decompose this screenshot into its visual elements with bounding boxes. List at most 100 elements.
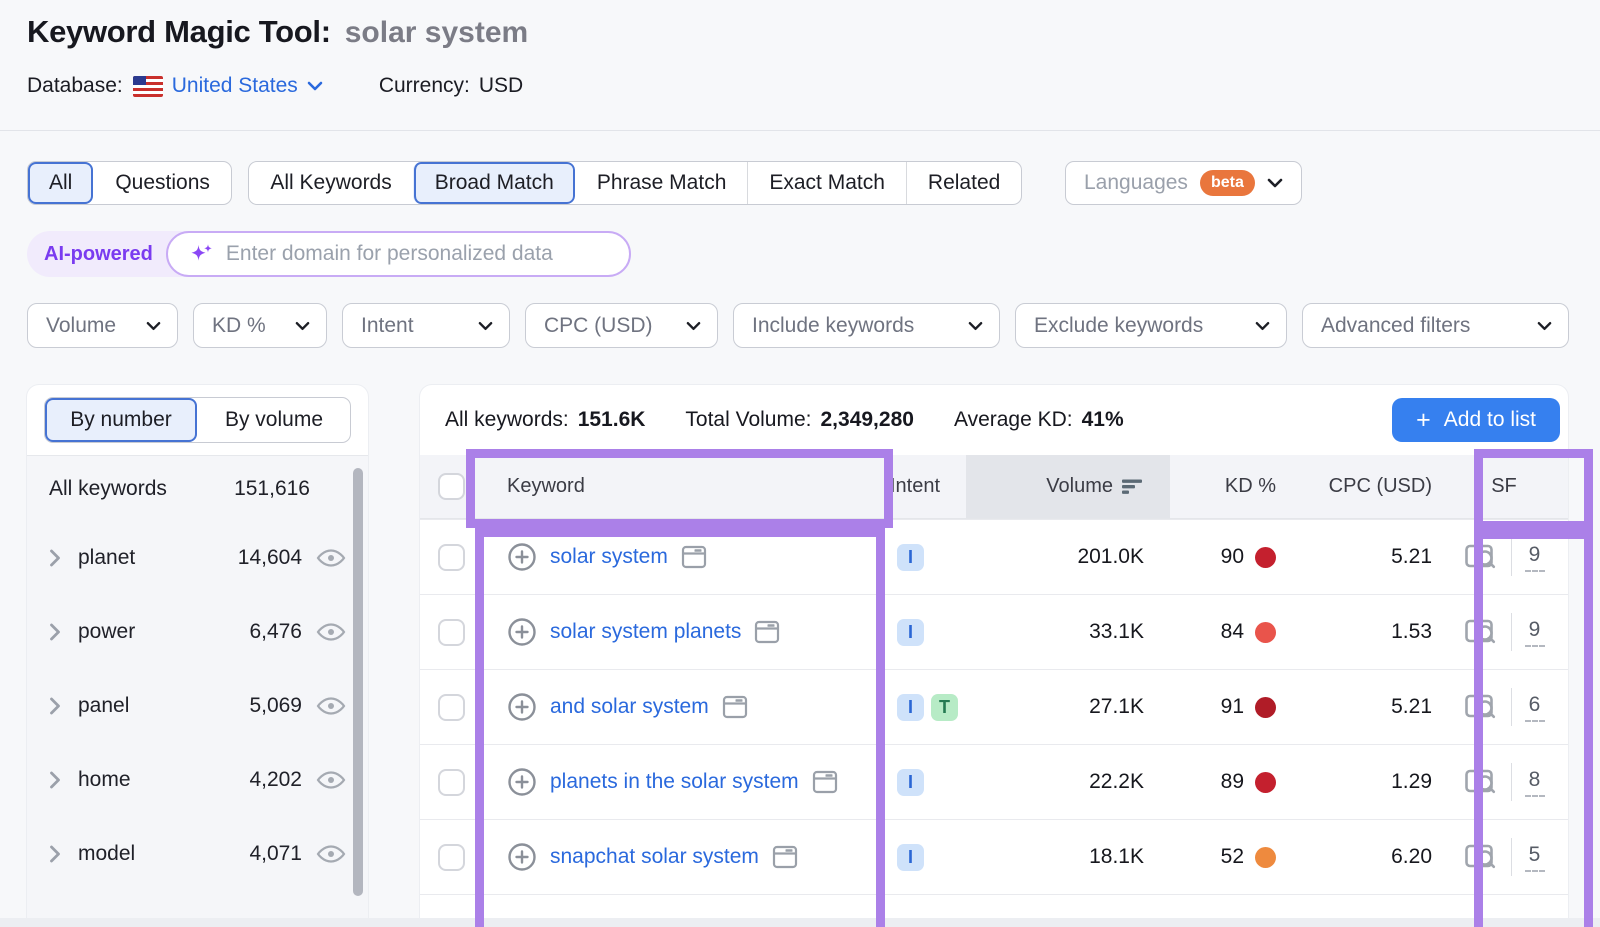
domain-input[interactable]	[226, 242, 609, 266]
kd-filter[interactable]: KD %	[193, 303, 327, 348]
sort-descending-icon	[1122, 479, 1144, 495]
serp-features-icon[interactable]	[1464, 843, 1498, 871]
chevron-right-icon[interactable]	[49, 549, 61, 567]
serp-features-icon[interactable]	[1464, 618, 1498, 646]
exclude-keywords-label: Exclude keywords	[1034, 314, 1203, 338]
include-keywords-filter[interactable]: Include keywords	[733, 303, 1000, 348]
intent-cell: I T	[890, 694, 966, 721]
eye-icon[interactable]	[316, 770, 346, 790]
stat-label: Total Volume:	[685, 408, 811, 432]
languages-dropdown[interactable]: Languages beta	[1065, 161, 1302, 205]
chevron-right-icon[interactable]	[49, 623, 61, 641]
toggle-by-number[interactable]: By number	[45, 398, 197, 442]
chevron-right-icon[interactable]	[49, 697, 61, 715]
database-selector[interactable]: United States	[172, 74, 298, 98]
ai-powered-label: AI-powered	[44, 243, 153, 266]
keyword-link[interactable]: solar system	[550, 545, 668, 569]
serp-preview-icon[interactable]	[772, 845, 798, 869]
row-checkbox[interactable]	[438, 619, 465, 646]
chevron-right-icon[interactable]	[49, 771, 61, 789]
volume-column-header[interactable]: Volume	[966, 455, 1170, 518]
select-all-checkbox[interactable]	[438, 473, 465, 500]
volume-filter[interactable]: Volume	[27, 303, 178, 348]
sf-column-header[interactable]: SF	[1440, 475, 1568, 498]
keyword-column-header[interactable]: Keyword	[482, 475, 890, 498]
add-to-list-button[interactable]: + Add to list	[1392, 398, 1560, 442]
viewport-cutoff-strip	[0, 918, 1600, 927]
serp-features-icon[interactable]	[1464, 543, 1498, 571]
intent-column-header[interactable]: Intent	[890, 475, 966, 498]
tab-exact-match[interactable]: Exact Match	[747, 162, 906, 204]
keyword-link[interactable]: and solar system	[550, 695, 709, 719]
group-item-panel[interactable]: panel 5,069	[27, 669, 368, 743]
group-item-planet[interactable]: planet 14,604	[27, 521, 368, 595]
sf-count[interactable]: 5	[1525, 843, 1545, 872]
stat-label: All keywords:	[445, 408, 569, 432]
cpc-cell: 1.53	[1302, 620, 1440, 644]
advanced-filters[interactable]: Advanced filters	[1302, 303, 1569, 348]
intent-cell: I	[890, 619, 966, 646]
serp-features-icon[interactable]	[1464, 693, 1498, 721]
sf-count[interactable]: 6	[1525, 693, 1545, 722]
sort-toggle: By number By volume	[44, 397, 351, 443]
tab-questions[interactable]: Questions	[93, 162, 231, 204]
all-keywords-group[interactable]: All keywords 151,616	[27, 456, 368, 521]
kd-value: 90	[1221, 545, 1244, 569]
table-row: planets in the solar system I 22.2K 89 1…	[420, 744, 1568, 819]
group-label: model	[78, 842, 135, 866]
add-keyword-icon[interactable]	[507, 692, 537, 722]
eye-icon[interactable]	[316, 548, 346, 568]
serp-preview-icon[interactable]	[812, 770, 838, 794]
serp-preview-icon[interactable]	[754, 620, 780, 644]
chevron-down-icon	[478, 321, 493, 331]
divider	[1511, 613, 1512, 651]
tab-broad-match[interactable]: Broad Match	[413, 162, 575, 204]
row-checkbox[interactable]	[438, 844, 465, 871]
eye-icon[interactable]	[316, 622, 346, 642]
chevron-right-icon[interactable]	[49, 845, 61, 863]
group-item-model[interactable]: model 4,071	[27, 817, 368, 891]
keyword-cell: solar system	[482, 542, 890, 572]
sidebar-scrollbar[interactable]	[353, 468, 363, 896]
keyword-link[interactable]: planets in the solar system	[550, 770, 799, 794]
intent-badge-informational: I	[897, 544, 924, 571]
sf-count[interactable]: 9	[1525, 543, 1545, 572]
table-header-row: Keyword Intent Volume KD % CPC (USD) SF	[420, 455, 1568, 519]
exclude-keywords-filter[interactable]: Exclude keywords	[1015, 303, 1287, 348]
tab-all[interactable]: All	[28, 162, 93, 204]
sf-count[interactable]: 9	[1525, 618, 1545, 647]
tab-phrase-match[interactable]: Phrase Match	[575, 162, 748, 204]
row-checkbox[interactable]	[438, 694, 465, 721]
serp-preview-icon[interactable]	[722, 695, 748, 719]
add-keyword-icon[interactable]	[507, 542, 537, 572]
kd-column-header[interactable]: KD %	[1170, 475, 1302, 498]
cpc-filter[interactable]: CPC (USD)	[525, 303, 718, 348]
serp-preview-icon[interactable]	[681, 545, 707, 569]
serp-features-icon[interactable]	[1464, 768, 1498, 796]
eye-icon[interactable]	[316, 696, 346, 716]
intent-badge-informational: I	[897, 844, 924, 871]
eye-icon[interactable]	[316, 844, 346, 864]
sf-count[interactable]: 8	[1525, 768, 1545, 797]
add-keyword-icon[interactable]	[507, 617, 537, 647]
keyword-link[interactable]: snapchat solar system	[550, 845, 759, 869]
keyword-link[interactable]: solar system planets	[550, 620, 741, 644]
cpc-column-header[interactable]: CPC (USD)	[1302, 475, 1440, 498]
row-checkbox[interactable]	[438, 769, 465, 796]
kd-cell: 84	[1170, 620, 1302, 644]
add-keyword-icon[interactable]	[507, 767, 537, 797]
toggle-by-volume[interactable]: By volume	[197, 398, 350, 442]
kd-value: 89	[1221, 770, 1244, 794]
beta-badge: beta	[1200, 170, 1255, 196]
sparkle-icon	[188, 241, 215, 268]
tab-related[interactable]: Related	[906, 162, 1021, 204]
volume-cell: 22.2K	[966, 770, 1170, 794]
chevron-down-icon[interactable]	[307, 81, 323, 91]
group-label: panel	[78, 694, 129, 718]
row-checkbox[interactable]	[438, 544, 465, 571]
add-keyword-icon[interactable]	[507, 842, 537, 872]
group-item-power[interactable]: power 6,476	[27, 595, 368, 669]
intent-filter[interactable]: Intent	[342, 303, 510, 348]
group-item-home[interactable]: home 4,202	[27, 743, 368, 817]
tab-all-keywords[interactable]: All Keywords	[249, 162, 412, 204]
